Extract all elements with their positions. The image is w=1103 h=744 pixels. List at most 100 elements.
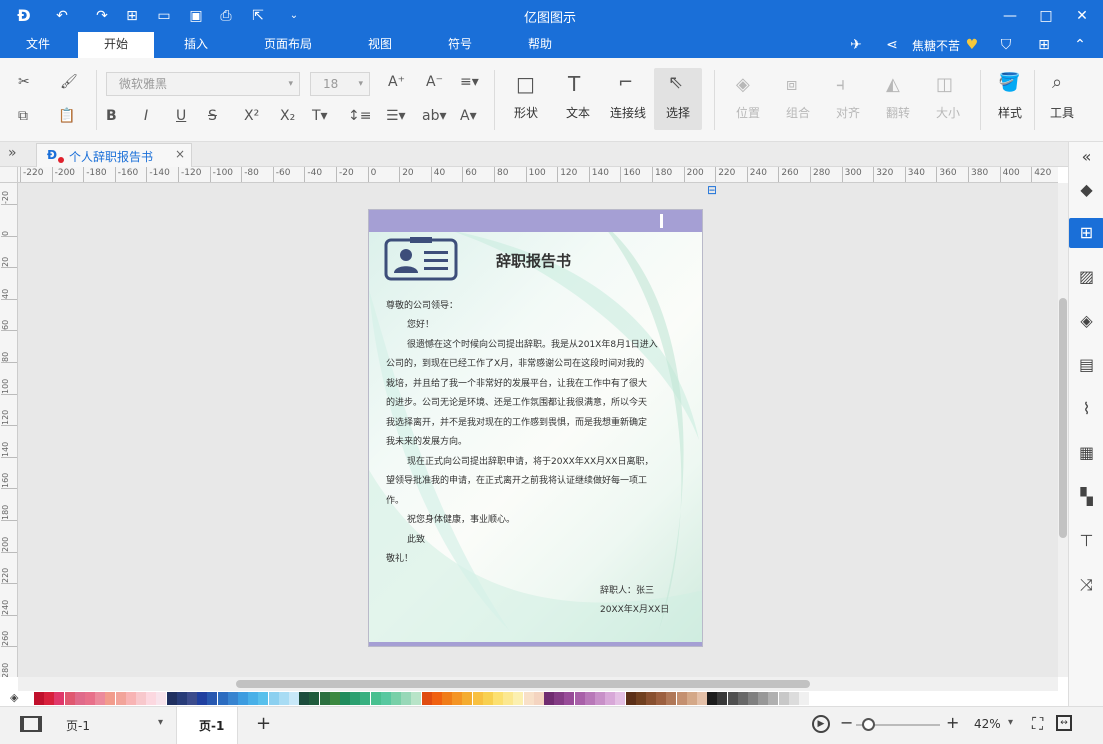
paste-icon[interactable]: 📋	[58, 108, 75, 124]
text-tool-icon[interactable]: T	[568, 72, 580, 96]
greeting-text[interactable]: 您好！	[407, 316, 434, 336]
color-swatch[interactable]	[34, 692, 44, 705]
color-swatch[interactable]	[187, 692, 197, 705]
color-swatch[interactable]	[554, 692, 565, 705]
color-swatch[interactable]	[421, 692, 432, 705]
body-line[interactable]: 我未来的发展方向。	[386, 433, 467, 453]
color-swatch[interactable]	[737, 692, 748, 705]
close-tab-icon[interactable]: ×	[175, 147, 185, 161]
copy-icon[interactable]: ⧉	[18, 108, 28, 124]
color-swatch[interactable]	[278, 692, 289, 705]
color-swatch[interactable]	[778, 692, 789, 705]
fill-bucket-icon[interactable]: ◈	[10, 691, 18, 704]
chart-icon[interactable]: ⌇	[1069, 394, 1103, 424]
salutation-text[interactable]: 尊敬的公司领导：	[386, 297, 458, 317]
color-swatch[interactable]	[564, 692, 575, 705]
color-swatch[interactable]	[482, 692, 493, 705]
color-swatch[interactable]	[615, 692, 626, 705]
color-swatch[interactable]	[85, 692, 95, 705]
color-swatch[interactable]	[44, 692, 55, 705]
color-swatch[interactable]	[207, 692, 218, 705]
zoom-in-icon[interactable]: +	[946, 713, 959, 732]
minimize-icon[interactable]: —	[1000, 6, 1020, 26]
color-swatch[interactable]	[533, 692, 544, 705]
color-swatch[interactable]	[686, 692, 697, 705]
color-swatch[interactable]	[656, 692, 667, 705]
color-swatch[interactable]	[574, 692, 585, 705]
style-label[interactable]: 样式	[988, 104, 1032, 121]
strikethrough-icon[interactable]: S	[208, 108, 217, 124]
color-swatch[interactable]	[788, 692, 799, 705]
fit-page-icon[interactable]: ⛶	[1032, 714, 1043, 734]
expand-library-icon[interactable]: »	[8, 145, 17, 161]
export-icon[interactable]: ⇱	[248, 6, 268, 26]
body-line[interactable]: 望领导批准我的申请，在正式离开之前我将认证继续做好每一项工	[386, 472, 647, 492]
presentation-icon[interactable]: ⊤	[1069, 526, 1103, 556]
color-swatch[interactable]	[115, 692, 126, 705]
superscript-icon[interactable]: X²	[244, 108, 259, 124]
tools-icon[interactable]: ⌕	[1052, 72, 1062, 93]
color-swatch[interactable]	[707, 692, 718, 705]
cut-icon[interactable]: ✂	[18, 74, 30, 90]
color-swatch[interactable]	[329, 692, 340, 705]
send-icon[interactable]: ✈	[846, 35, 866, 55]
vertical-scrollbar[interactable]	[1058, 183, 1068, 677]
color-swatch[interactable]	[370, 692, 381, 705]
color-swatch[interactable]	[176, 692, 187, 705]
color-swatch[interactable]	[54, 692, 65, 705]
subscript-icon[interactable]: X₂	[280, 108, 295, 124]
date-text[interactable]: 20XX年X月XX日	[600, 601, 669, 621]
color-swatch[interactable]	[768, 692, 779, 705]
color-swatch[interactable]	[238, 692, 248, 705]
page-select-value[interactable]: 页-1	[66, 717, 90, 734]
underline-icon[interactable]: U	[176, 108, 186, 124]
body-line[interactable]: 作。	[386, 492, 404, 512]
format-painter-icon[interactable]: 🖌	[60, 74, 78, 90]
color-swatch[interactable]	[391, 692, 401, 705]
italic-icon[interactable]: I	[144, 108, 148, 124]
color-swatch[interactable]	[299, 692, 310, 705]
paint-bucket-icon[interactable]: 🪣	[998, 72, 1020, 93]
select-label[interactable]: 选择	[656, 104, 700, 121]
color-swatch[interactable]	[380, 692, 391, 705]
body-line[interactable]: 栽培，并且给了我一个非常好的发展平台，让我在工作中有了很大	[386, 375, 647, 395]
image-icon[interactable]: ▨	[1069, 262, 1103, 292]
page-tab[interactable]: 页-1	[176, 707, 238, 744]
templates-grid-icon[interactable]: ⊞	[1069, 218, 1103, 248]
connector-icon[interactable]: ⌐	[618, 72, 633, 93]
color-swatch[interactable]	[666, 692, 677, 705]
page-properties-icon[interactable]: ▤	[1069, 350, 1103, 380]
vertical-scroll-thumb[interactable]	[1059, 298, 1067, 538]
zoom-slider-thumb[interactable]	[862, 718, 875, 731]
font-color-icon[interactable]: A▾	[460, 108, 477, 124]
color-swatch[interactable]	[646, 692, 656, 705]
closing-text[interactable]: 敬礼！	[386, 550, 413, 570]
color-swatch[interactable]	[727, 692, 738, 705]
apps-grid-icon[interactable]: ⊞	[1034, 35, 1054, 55]
document-title[interactable]: 辞职报告书	[496, 250, 571, 271]
drawing-canvas[interactable]: ⊟ 辞职报告书 尊敬的公司领导： 您好！ 很遗憾在这个时候向公司提出辞职。我是从…	[18, 183, 1058, 677]
print-icon[interactable]: ⎙	[216, 6, 236, 26]
color-swatch[interactable]	[676, 692, 687, 705]
color-swatch[interactable]	[136, 692, 146, 705]
color-swatch[interactable]	[74, 692, 85, 705]
color-swatch[interactable]	[289, 692, 299, 705]
save-icon[interactable]: ▣	[186, 6, 206, 26]
fit-width-icon[interactable]: ↔	[1056, 715, 1072, 731]
shape-icon[interactable]: □	[516, 72, 535, 96]
color-swatch[interactable]	[442, 692, 452, 705]
layers-icon[interactable]: ◈	[1069, 306, 1103, 336]
chevron-down-icon[interactable]: ▾	[1008, 717, 1013, 728]
color-swatch[interactable]	[411, 692, 422, 705]
decrease-font-icon[interactable]: A⁻	[426, 74, 443, 90]
select-pointer-icon[interactable]: ⇖	[668, 72, 683, 93]
signer-text[interactable]: 辞职人：张三	[600, 582, 654, 602]
horizontal-scroll-thumb[interactable]	[236, 680, 810, 688]
zoom-level[interactable]: 42%	[974, 717, 1001, 731]
wish-text[interactable]: 祝您身体健康，事业顺心。	[407, 511, 515, 531]
color-swatch[interactable]	[156, 692, 167, 705]
color-swatch[interactable]	[340, 692, 350, 705]
table-icon[interactable]: ▦	[1069, 438, 1103, 468]
color-swatch[interactable]	[472, 692, 483, 705]
color-swatch[interactable]	[462, 692, 473, 705]
